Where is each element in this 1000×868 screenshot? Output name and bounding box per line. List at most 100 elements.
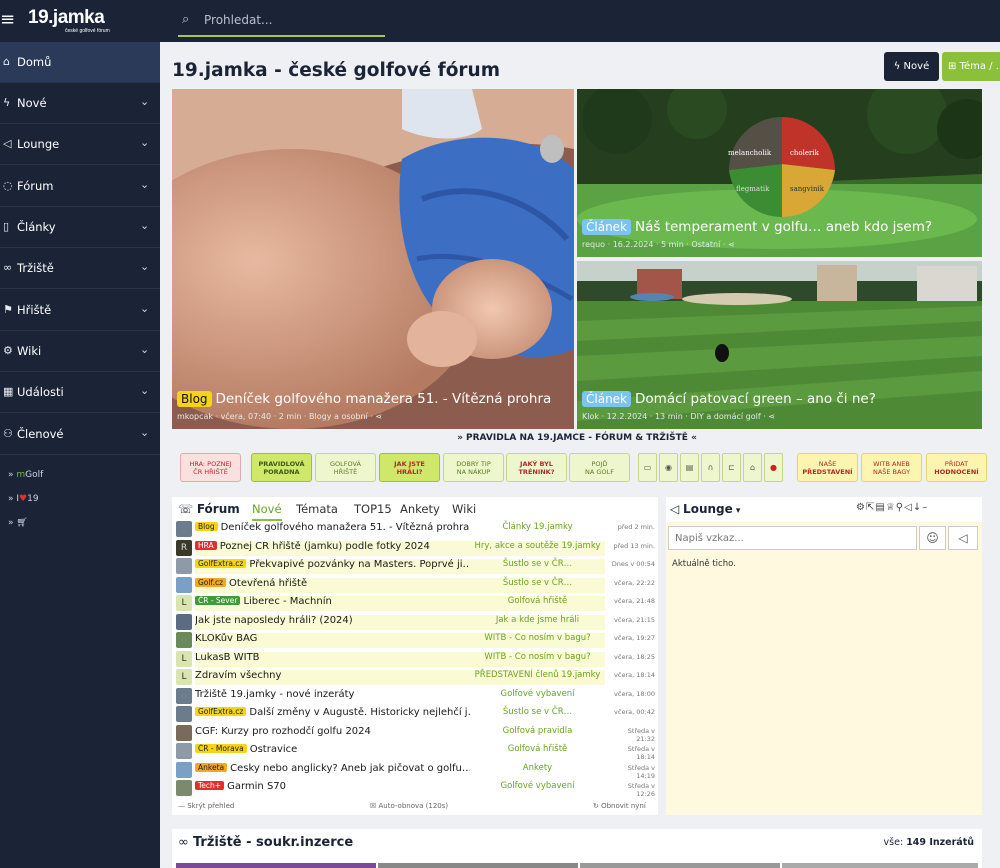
thread-title-text[interactable]: Tržiště 19.jamky - nové inzeráty xyxy=(195,689,354,700)
avatar[interactable] xyxy=(176,632,192,648)
new-posts-button[interactable]: ϟ Nové xyxy=(884,52,939,81)
tab-nove[interactable]: Nové xyxy=(252,502,282,521)
avatar[interactable] xyxy=(176,761,192,778)
quick-btn-golfova-hriste[interactable]: GOLFOVÁ HŘIŠTĚ xyxy=(315,453,376,482)
avatar[interactable]: L xyxy=(176,650,192,667)
camera-icon[interactable]: ◉ xyxy=(659,453,678,482)
user-mute-icon[interactable]: ⚲ xyxy=(896,502,904,513)
thread-tag[interactable]: ČR - Sever xyxy=(195,596,241,605)
hide-overview-link[interactable]: — Skrýt přehled xyxy=(178,802,234,810)
blood-drop-icon[interactable]: ● xyxy=(764,453,783,482)
sidebar-link-mgolf[interactable]: » mGolf xyxy=(8,470,43,480)
sidebar-item-lounge[interactable]: ◁ Lounge ⌄ xyxy=(0,124,160,165)
tab-wiki[interactable]: Wiki xyxy=(452,502,476,516)
avatar[interactable] xyxy=(176,558,192,574)
avatar[interactable]: R xyxy=(176,539,192,556)
quick-btn-witb[interactable]: WITB ANEB NAŠE BAGY xyxy=(861,453,922,482)
thread-title[interactable]: ČR - Morava Ostravice xyxy=(195,744,470,759)
forum-widget-title[interactable]: ☏ Fórum xyxy=(178,502,240,516)
hero-caption[interactable]: Článek Náš temperament v golfu… aneb kdo … xyxy=(582,219,932,235)
cart-icon[interactable]: ⊏ xyxy=(722,453,741,482)
avatar[interactable]: L xyxy=(176,595,192,611)
table-row[interactable]: Tržiště 19.jamky - nové inzeráty Golfové … xyxy=(174,687,656,706)
quick-btn-pridat-hodnoceni[interactable]: PŘIDAT HODNOCENÍ xyxy=(926,453,987,482)
tag-clanek[interactable]: Článek xyxy=(582,391,632,407)
site-logo[interactable]: 19.jamka české golfové fórum xyxy=(28,7,120,37)
trophy-icon[interactable]: ♕ xyxy=(886,502,896,513)
sidebar-item-clanky[interactable]: ▯ Články ⌄ xyxy=(0,207,160,248)
chevron-down-icon[interactable]: ⌄ xyxy=(140,219,149,232)
chevron-down-icon[interactable]: ⌄ xyxy=(140,426,149,439)
arrow-down-icon[interactable]: ↓ xyxy=(913,502,922,513)
quick-btn-jak-jste-hrali[interactable]: JAK JSTE HRÁLI? xyxy=(379,453,440,482)
market-title[interactable]: ∞ Tržiště - soukr.inzerce xyxy=(178,835,353,850)
auto-refresh-toggle[interactable]: ☒ Auto-obnova (120s) xyxy=(370,802,448,810)
table-row[interactable]: R HRA Poznej ČR hřiště (jamku) podle fotky… xyxy=(174,539,656,558)
tv-icon[interactable]: ▭ xyxy=(638,453,657,482)
tab-top15[interactable]: TOP15 xyxy=(354,502,392,516)
thread-category[interactable]: Golfová hřiště xyxy=(470,596,605,611)
thread-title-text[interactable]: Překvapivé pozvánky na Masters. Poprvé j… xyxy=(249,559,470,570)
thread-title[interactable]: GolfExtra.cz Překvapivé pozvánky na Maste… xyxy=(195,559,470,574)
minimize-icon[interactable]: – xyxy=(922,502,928,513)
thread-tag[interactable]: Golf.cz xyxy=(195,577,227,587)
refresh-now-link[interactable]: ↻ Obnovit nyní xyxy=(593,802,646,810)
sidebar-item-nove[interactable]: ϟ Nové ⌄ xyxy=(0,83,160,124)
mute-icon[interactable]: ◁ xyxy=(904,502,913,513)
share-icon[interactable]: ⋖ xyxy=(766,412,775,421)
avatar[interactable] xyxy=(176,613,192,630)
table-row[interactable]: L LukasB WITB WITB - Co nosím v bagu? včera… xyxy=(174,650,656,669)
thread-category[interactable]: Golfová hřiště xyxy=(470,744,605,759)
thread-tag[interactable]: Tech+ xyxy=(195,781,225,790)
avatar[interactable] xyxy=(176,780,192,796)
hamburger-menu-icon[interactable]: ≡ xyxy=(0,10,15,30)
thread-title[interactable]: Blog Deníček golfového manažera 51. - Vít… xyxy=(195,522,470,537)
archive-icon[interactable]: ▤ xyxy=(875,502,885,513)
thread-title[interactable]: Anketa Česky nebo anglicky? Aneb jak pičo… xyxy=(195,762,470,778)
thread-category[interactable]: Ankety xyxy=(470,763,605,778)
rules-link[interactable]: » PRAVIDLA NA 19.JAMCE - FÓRUM & TRŽIŠTĚ… xyxy=(172,433,982,443)
thread-tag[interactable]: GolfExtra.cz xyxy=(195,707,247,716)
thread-tag[interactable]: HRA xyxy=(195,540,217,550)
thread-category[interactable]: Golfové vybavení xyxy=(470,689,605,704)
hero-caption[interactable]: Blog Deníček golfového manažera 51. - Vít… xyxy=(177,391,551,407)
thread-category[interactable]: Články 19.jamky xyxy=(470,522,605,537)
market-thumb[interactable] xyxy=(176,863,376,868)
hero-title[interactable]: Náš temperament v golfu… aneb kdo jsem? xyxy=(635,219,932,235)
thread-category[interactable]: Jak a kde jsme hráli xyxy=(470,614,605,630)
market-count[interactable]: vše: 149 Inzerátů xyxy=(884,837,974,848)
chevron-down-icon[interactable]: ⌄ xyxy=(140,343,149,356)
table-row[interactable]: L ČR - Sever Liberec - Machnín Golfová hřiš… xyxy=(174,594,656,613)
thread-category[interactable]: PŘEDSTAVENÍ členů 19.jamky xyxy=(470,670,605,685)
chevron-down-icon[interactable]: ⌄ xyxy=(140,260,149,273)
checkbox-icon[interactable]: ☒ xyxy=(370,802,379,810)
sidebar-item-clenove[interactable]: ⚇ Členové ⌄ xyxy=(0,414,160,455)
table-row[interactable]: L Zdravím všechny PŘEDSTAVENÍ členů 19.jam… xyxy=(174,668,656,687)
thread-category[interactable]: WITB - Co nosím v bagu? xyxy=(470,651,605,667)
search-input[interactable] xyxy=(204,9,379,31)
market-thumb[interactable] xyxy=(580,863,780,868)
avatar[interactable] xyxy=(176,743,192,759)
thread-title-text[interactable]: Liberec - Machnín xyxy=(243,596,331,607)
thread-title-text[interactable]: Ostravice xyxy=(250,744,298,755)
hero-article-green[interactable]: Článek Domácí patovací green – ano či ne?… xyxy=(577,261,982,429)
avatar[interactable] xyxy=(176,521,192,537)
hero-title[interactable]: Domácí patovací green – ano či ne? xyxy=(635,391,876,407)
thread-title[interactable]: Tech+ Garmin S70 xyxy=(195,781,470,796)
thread-title[interactable]: LukasB WITB xyxy=(195,651,470,667)
share-icon[interactable]: ⋖ xyxy=(725,240,735,249)
market-thumb[interactable] xyxy=(782,863,978,868)
headphones-icon[interactable]: ∩ xyxy=(701,453,720,482)
thread-title-text[interactable]: Jak jste naposledy hráli? (2024) xyxy=(195,615,353,626)
quick-btn-pravidlova-poradna[interactable]: PRAVIDLOVÁ PORADNA xyxy=(251,453,312,482)
table-row[interactable]: Anketa Česky nebo anglicky? Aneb jak pičo… xyxy=(174,761,656,780)
new-topic-button[interactable]: ⊞ Téma / ... xyxy=(942,52,1000,81)
emoji-icon[interactable]: ☺ xyxy=(919,526,946,550)
thread-title-text[interactable]: Otevřená hřiště xyxy=(229,578,307,589)
table-row[interactable]: GolfExtra.cz Překvapivé pozvánky na Maste… xyxy=(174,557,656,576)
sidebar-item-wiki[interactable]: ⚙ Wiki ⌄ xyxy=(0,331,160,372)
caret-down-icon[interactable]: ▾ xyxy=(733,506,741,516)
thread-title[interactable]: Golf.cz Otevřená hřiště xyxy=(195,577,470,593)
chevron-down-icon[interactable]: ⌄ xyxy=(140,136,149,149)
thread-title-text[interactable]: Další změny v Augustě. Historicky nejleh… xyxy=(249,707,470,718)
